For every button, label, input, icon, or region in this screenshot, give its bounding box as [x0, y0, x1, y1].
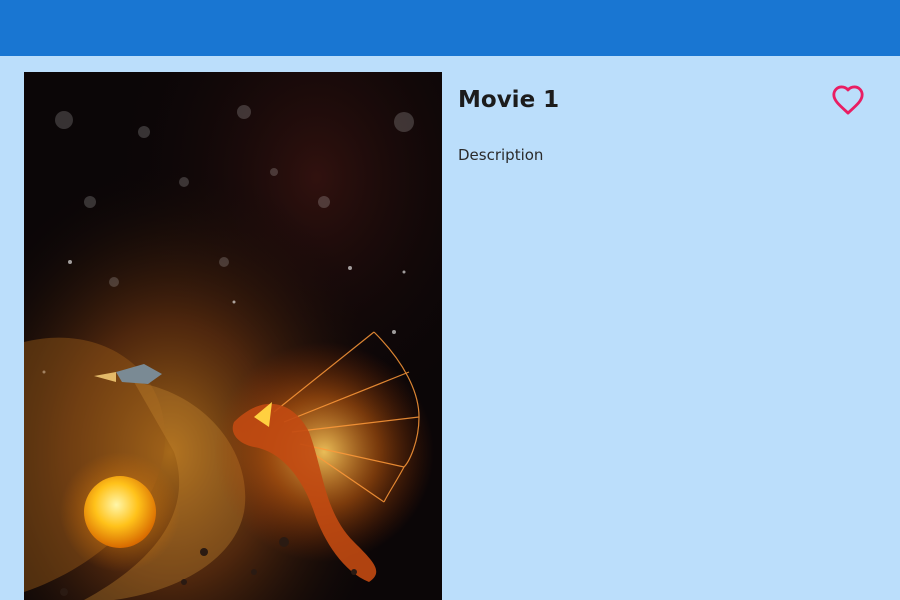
movie-title: Movie 1 — [458, 87, 560, 113]
app-bar — [0, 0, 900, 56]
movie-poster — [24, 72, 442, 600]
poster-artwork — [24, 72, 442, 600]
heart-outline-icon — [832, 85, 864, 115]
movie-description: Description — [458, 146, 544, 164]
movie-detail: Movie 1 Description — [0, 56, 900, 600]
favorite-button[interactable] — [826, 78, 870, 122]
